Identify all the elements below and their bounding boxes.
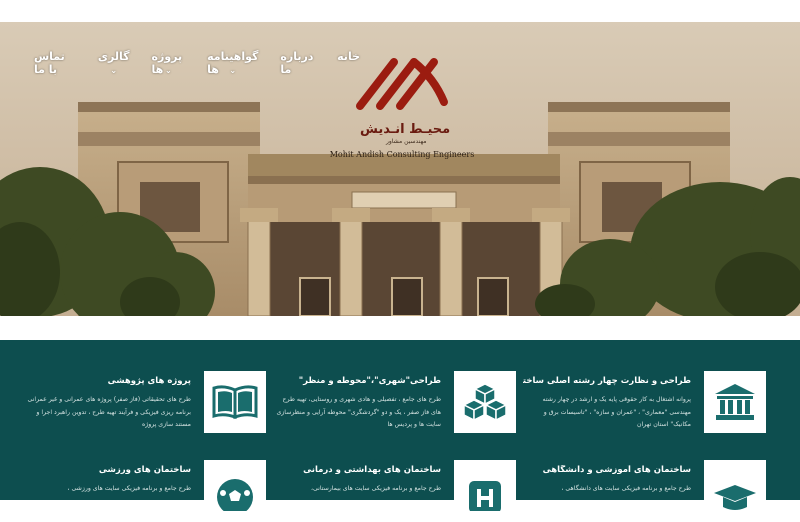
nav-item-gallery[interactable]: گالری ⌄ <box>98 50 130 76</box>
chevron-down-icon: ⌄ <box>229 66 237 75</box>
service-description: طرح جامع و برنامه فیزیکی سایت های بیمارس… <box>310 485 441 492</box>
chevron-down-icon: ⌄ <box>164 66 172 75</box>
service-card[interactable]: طراحی و نظارت چهار رشته اصلی ساختمان پرو… <box>523 371 766 461</box>
nav-label: درباره ما <box>280 50 314 76</box>
service-title: پروژه های پژوهشی <box>107 376 191 386</box>
nav-label: تماس با ما <box>34 50 65 76</box>
service-title: ساختمان های ورزشی <box>98 465 191 475</box>
nav-item-projects[interactable]: پروژه ها ⌄ <box>152 50 186 76</box>
cubes-icon <box>462 383 508 422</box>
service-icon-box <box>454 371 516 433</box>
service-description: طرح جامع و برنامه فیزیکی سایت های دانشگا… <box>561 485 691 492</box>
services-section: طراحی و نظارت چهار رشته اصلی ساختمان پرو… <box>0 340 800 522</box>
service-icon-box <box>454 460 516 522</box>
company-logo[interactable]: محیـط انـدیش مهندسین مشاور Mohit Andish … <box>322 48 482 159</box>
service-title: ساختمان های آموزشی و دانشگاهی <box>542 465 691 475</box>
soccer-ball-icon <box>217 479 253 511</box>
nav-item-contact[interactable]: تماس با ما <box>34 50 76 76</box>
service-title: طراحی و نظارت چهار رشته اصلی ساختمان <box>523 376 691 386</box>
graduation-cap-icon <box>714 485 756 510</box>
bank-building-icon <box>715 384 755 420</box>
hero-banner: خانه درباره ما گواهینامه ها ⌄ پروژه ها ⌄ گ… <box>0 22 800 316</box>
logo-english-name: Mohit Andish Consulting Engineers <box>329 150 475 159</box>
hospital-icon <box>469 481 501 511</box>
service-description: پروانه اشتغال به کار حقوقی پایه یک و ارش… <box>542 396 691 428</box>
service-title: طراحی"شهری"،"محوطه و منظر" <box>298 376 441 386</box>
logo-persian-name: محیـط انـدیش <box>360 122 451 137</box>
service-icon-box <box>704 460 766 522</box>
logo-mark-icon <box>356 58 448 110</box>
service-description: طرح های جامع ، تفصیلی و هادی شهری و روست… <box>276 396 441 428</box>
service-icon-box <box>204 460 266 522</box>
open-book-icon <box>212 385 258 420</box>
service-card[interactable]: طراحی"شهری"،"محوطه و منظر" طرح های جامع … <box>276 371 516 461</box>
service-icon-box <box>704 371 766 433</box>
nav-item-certificates[interactable]: گواهینامه ها ⌄ <box>207 50 258 76</box>
service-title: ساختمان های بهداشتی و درمانی <box>303 465 441 475</box>
service-icon-box <box>204 371 266 433</box>
service-description: طرح جامع و برنامه فیزیکی سایت های ورزشی … <box>67 485 191 492</box>
nav-label: گالری <box>97 50 130 63</box>
main-nav: خانه درباره ما گواهینامه ها ⌄ پروژه ها ⌄ گ… <box>34 50 360 76</box>
service-card[interactable]: ساختمان های آموزشی و دانشگاهی طرح جامع و… <box>536 460 766 522</box>
nav-item-about[interactable]: درباره ما <box>280 50 315 76</box>
service-description: طرح های تحقیقاتی (فاز صفر) پروژه های عمر… <box>27 396 191 428</box>
service-card[interactable]: ساختمان های بهداشتی و درمانی طرح جامع و … <box>286 460 516 522</box>
service-card[interactable]: پروژه های پژوهشی طرح های تحقیقاتی (فاز ص… <box>28 371 266 461</box>
chevron-down-icon: ⌄ <box>110 66 118 75</box>
service-card[interactable]: ساختمان های ورزشی طرح جامع و برنامه فیزی… <box>36 460 266 522</box>
logo-persian-subtitle: مهندسین مشاور <box>386 138 427 145</box>
